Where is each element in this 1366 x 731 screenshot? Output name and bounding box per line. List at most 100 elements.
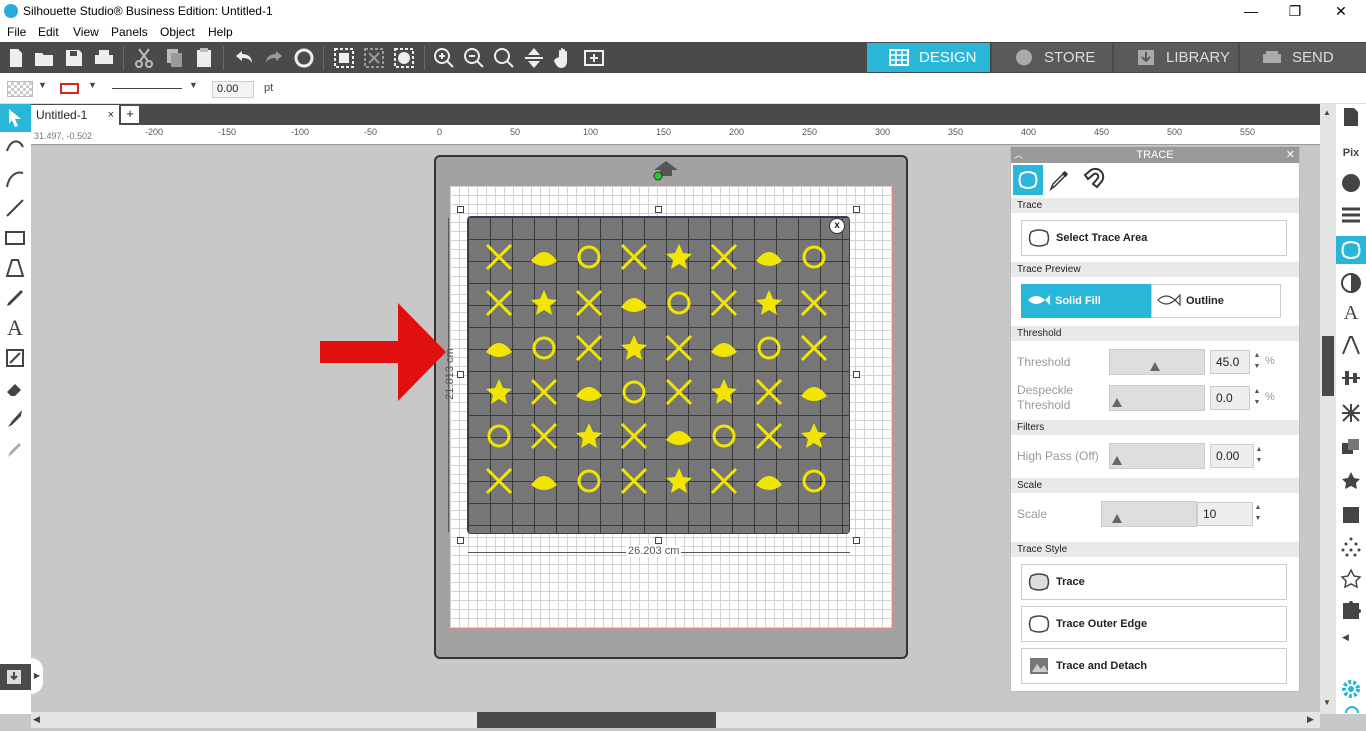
- print-icon[interactable]: [92, 46, 116, 70]
- scroll-left-icon[interactable]: ◀: [33, 714, 40, 725]
- scale-spinner[interactable]: ▲ ▼: [1253, 502, 1263, 526]
- refresh-icon[interactable]: [292, 46, 316, 70]
- offset-icon[interactable]: [1340, 504, 1362, 526]
- transform-icon[interactable]: [1340, 402, 1362, 424]
- contrast-icon[interactable]: [1340, 272, 1362, 294]
- document-tab[interactable]: Untitled-1 ×: [31, 105, 119, 125]
- zoom-out-icon[interactable]: [462, 46, 486, 70]
- minimize-button[interactable]: —: [1228, 0, 1274, 22]
- fill-tool-icon[interactable]: [4, 347, 26, 369]
- tab-send[interactable]: SEND: [1240, 43, 1366, 72]
- tab-store[interactable]: STORE: [992, 43, 1112, 72]
- selection-handle[interactable]: [457, 371, 464, 378]
- paste-icon[interactable]: [192, 46, 216, 70]
- eraser-tool-icon[interactable]: [4, 377, 26, 399]
- slider-knob[interactable]: [1112, 398, 1122, 407]
- selection-handle[interactable]: [853, 206, 860, 213]
- chevron-down-icon[interactable]: ▼: [189, 80, 198, 90]
- eyedropper-tool-icon[interactable]: [4, 437, 26, 459]
- scroll-down-icon[interactable]: ▼: [1323, 698, 1331, 707]
- horizontal-scroll-thumb[interactable]: [477, 712, 716, 728]
- slider-knob[interactable]: [1149, 362, 1160, 371]
- open-folder-icon[interactable]: [32, 46, 56, 70]
- slider-knob[interactable]: [1112, 514, 1123, 523]
- selection-handle[interactable]: [457, 537, 464, 544]
- menu-file[interactable]: File: [7, 25, 26, 39]
- menu-edit[interactable]: Edit: [38, 25, 59, 39]
- knife-tool-icon[interactable]: [4, 407, 26, 429]
- restore-button[interactable]: ❐: [1272, 0, 1318, 22]
- import-button[interactable]: [0, 664, 31, 690]
- magnet-icon[interactable]: [1079, 167, 1105, 193]
- high-pass-value-input[interactable]: 0.00: [1210, 444, 1254, 468]
- high-pass-spinner[interactable]: ▲ ▼: [1254, 444, 1264, 468]
- save-icon[interactable]: [62, 46, 86, 70]
- zoom-in-icon[interactable]: [432, 46, 456, 70]
- group-icon[interactable]: [332, 46, 356, 70]
- high-pass-slider[interactable]: [1109, 443, 1205, 469]
- line-tool-icon[interactable]: [4, 197, 26, 219]
- ungroup-icon[interactable]: [362, 46, 386, 70]
- scale-value-input[interactable]: 10: [1197, 502, 1253, 526]
- pencil-tool-icon[interactable]: [4, 287, 26, 309]
- text-path-icon[interactable]: [1340, 334, 1362, 356]
- curve-tool-icon[interactable]: [4, 167, 26, 189]
- undo-icon[interactable]: [232, 46, 256, 70]
- settings-gear-icon[interactable]: [1340, 678, 1362, 700]
- vertical-scrollbar[interactable]: ▲ ▼: [1320, 104, 1336, 714]
- scale-slider[interactable]: [1101, 501, 1197, 527]
- add-point-icon[interactable]: [582, 46, 606, 70]
- expand-arrow-icon[interactable]: ▶: [31, 658, 43, 694]
- star-outline-icon[interactable]: [1340, 568, 1362, 590]
- fit-to-page-icon[interactable]: [522, 46, 546, 70]
- vertical-scroll-thumb[interactable]: [1322, 336, 1334, 396]
- close-button[interactable]: ✕: [1318, 0, 1364, 22]
- chevron-down-icon[interactable]: ▼: [88, 80, 97, 90]
- align-icon[interactable]: [1340, 367, 1362, 389]
- add-tab-button[interactable]: +: [121, 106, 139, 123]
- threshold-spinner[interactable]: ▲ ▼: [1252, 350, 1262, 374]
- despeckle-slider[interactable]: [1109, 385, 1205, 411]
- redo-icon[interactable]: [262, 46, 286, 70]
- cut-icon[interactable]: [132, 46, 156, 70]
- chevron-down-icon[interactable]: ▼: [38, 80, 47, 90]
- despeckle-value-input[interactable]: 0.0: [1210, 386, 1250, 410]
- horizontal-scrollbar[interactable]: ◀ ▶: [31, 712, 1320, 728]
- selection-handle[interactable]: [655, 206, 662, 213]
- selection-handle[interactable]: [457, 206, 464, 213]
- outline-toggle[interactable]: Outline: [1151, 284, 1281, 318]
- selection-handle[interactable]: [853, 371, 860, 378]
- line-style-icon[interactable]: [1340, 204, 1362, 226]
- trace-panel-button[interactable]: [1336, 236, 1366, 264]
- palette-icon[interactable]: [1340, 172, 1362, 194]
- close-tab-icon[interactable]: ×: [108, 105, 114, 125]
- line-width-input[interactable]: 0.00: [212, 81, 254, 98]
- sync-icon[interactable]: [1344, 704, 1360, 714]
- despeckle-spinner[interactable]: ▲ ▼: [1252, 386, 1262, 410]
- replicate-icon[interactable]: [1340, 437, 1362, 459]
- zoom-select-icon[interactable]: [492, 46, 516, 70]
- polygon-tool-icon[interactable]: [4, 257, 26, 279]
- close-image-button[interactable]: x: [829, 218, 845, 234]
- new-file-icon[interactable]: [4, 46, 28, 70]
- scroll-up-icon[interactable]: ▲: [1323, 108, 1331, 117]
- solid-fill-toggle[interactable]: Solid Fill: [1021, 284, 1151, 318]
- text-style-icon[interactable]: A: [1340, 302, 1362, 324]
- threshold-slider[interactable]: [1109, 349, 1205, 375]
- tab-design[interactable]: DESIGN: [867, 43, 990, 72]
- sketch-dots-icon[interactable]: [1340, 536, 1362, 558]
- menu-view[interactable]: View: [73, 25, 99, 39]
- compound-path-icon[interactable]: [392, 46, 416, 70]
- eyedropper-icon[interactable]: [1048, 169, 1070, 191]
- line-style-preview[interactable]: [112, 88, 182, 89]
- copy-icon[interactable]: [162, 46, 186, 70]
- slider-knob[interactable]: [1112, 456, 1122, 465]
- close-panel-icon[interactable]: ✕: [1286, 147, 1295, 163]
- line-color-swatch[interactable]: [60, 83, 79, 94]
- threshold-value-input[interactable]: 45.0: [1210, 350, 1250, 374]
- text-tool-icon[interactable]: A: [4, 315, 26, 340]
- edit-points-icon[interactable]: [4, 137, 26, 159]
- menu-object[interactable]: Object: [160, 25, 195, 39]
- pan-hand-icon[interactable]: [552, 46, 576, 70]
- trace-and-detach-button[interactable]: Trace and Detach: [1021, 648, 1287, 684]
